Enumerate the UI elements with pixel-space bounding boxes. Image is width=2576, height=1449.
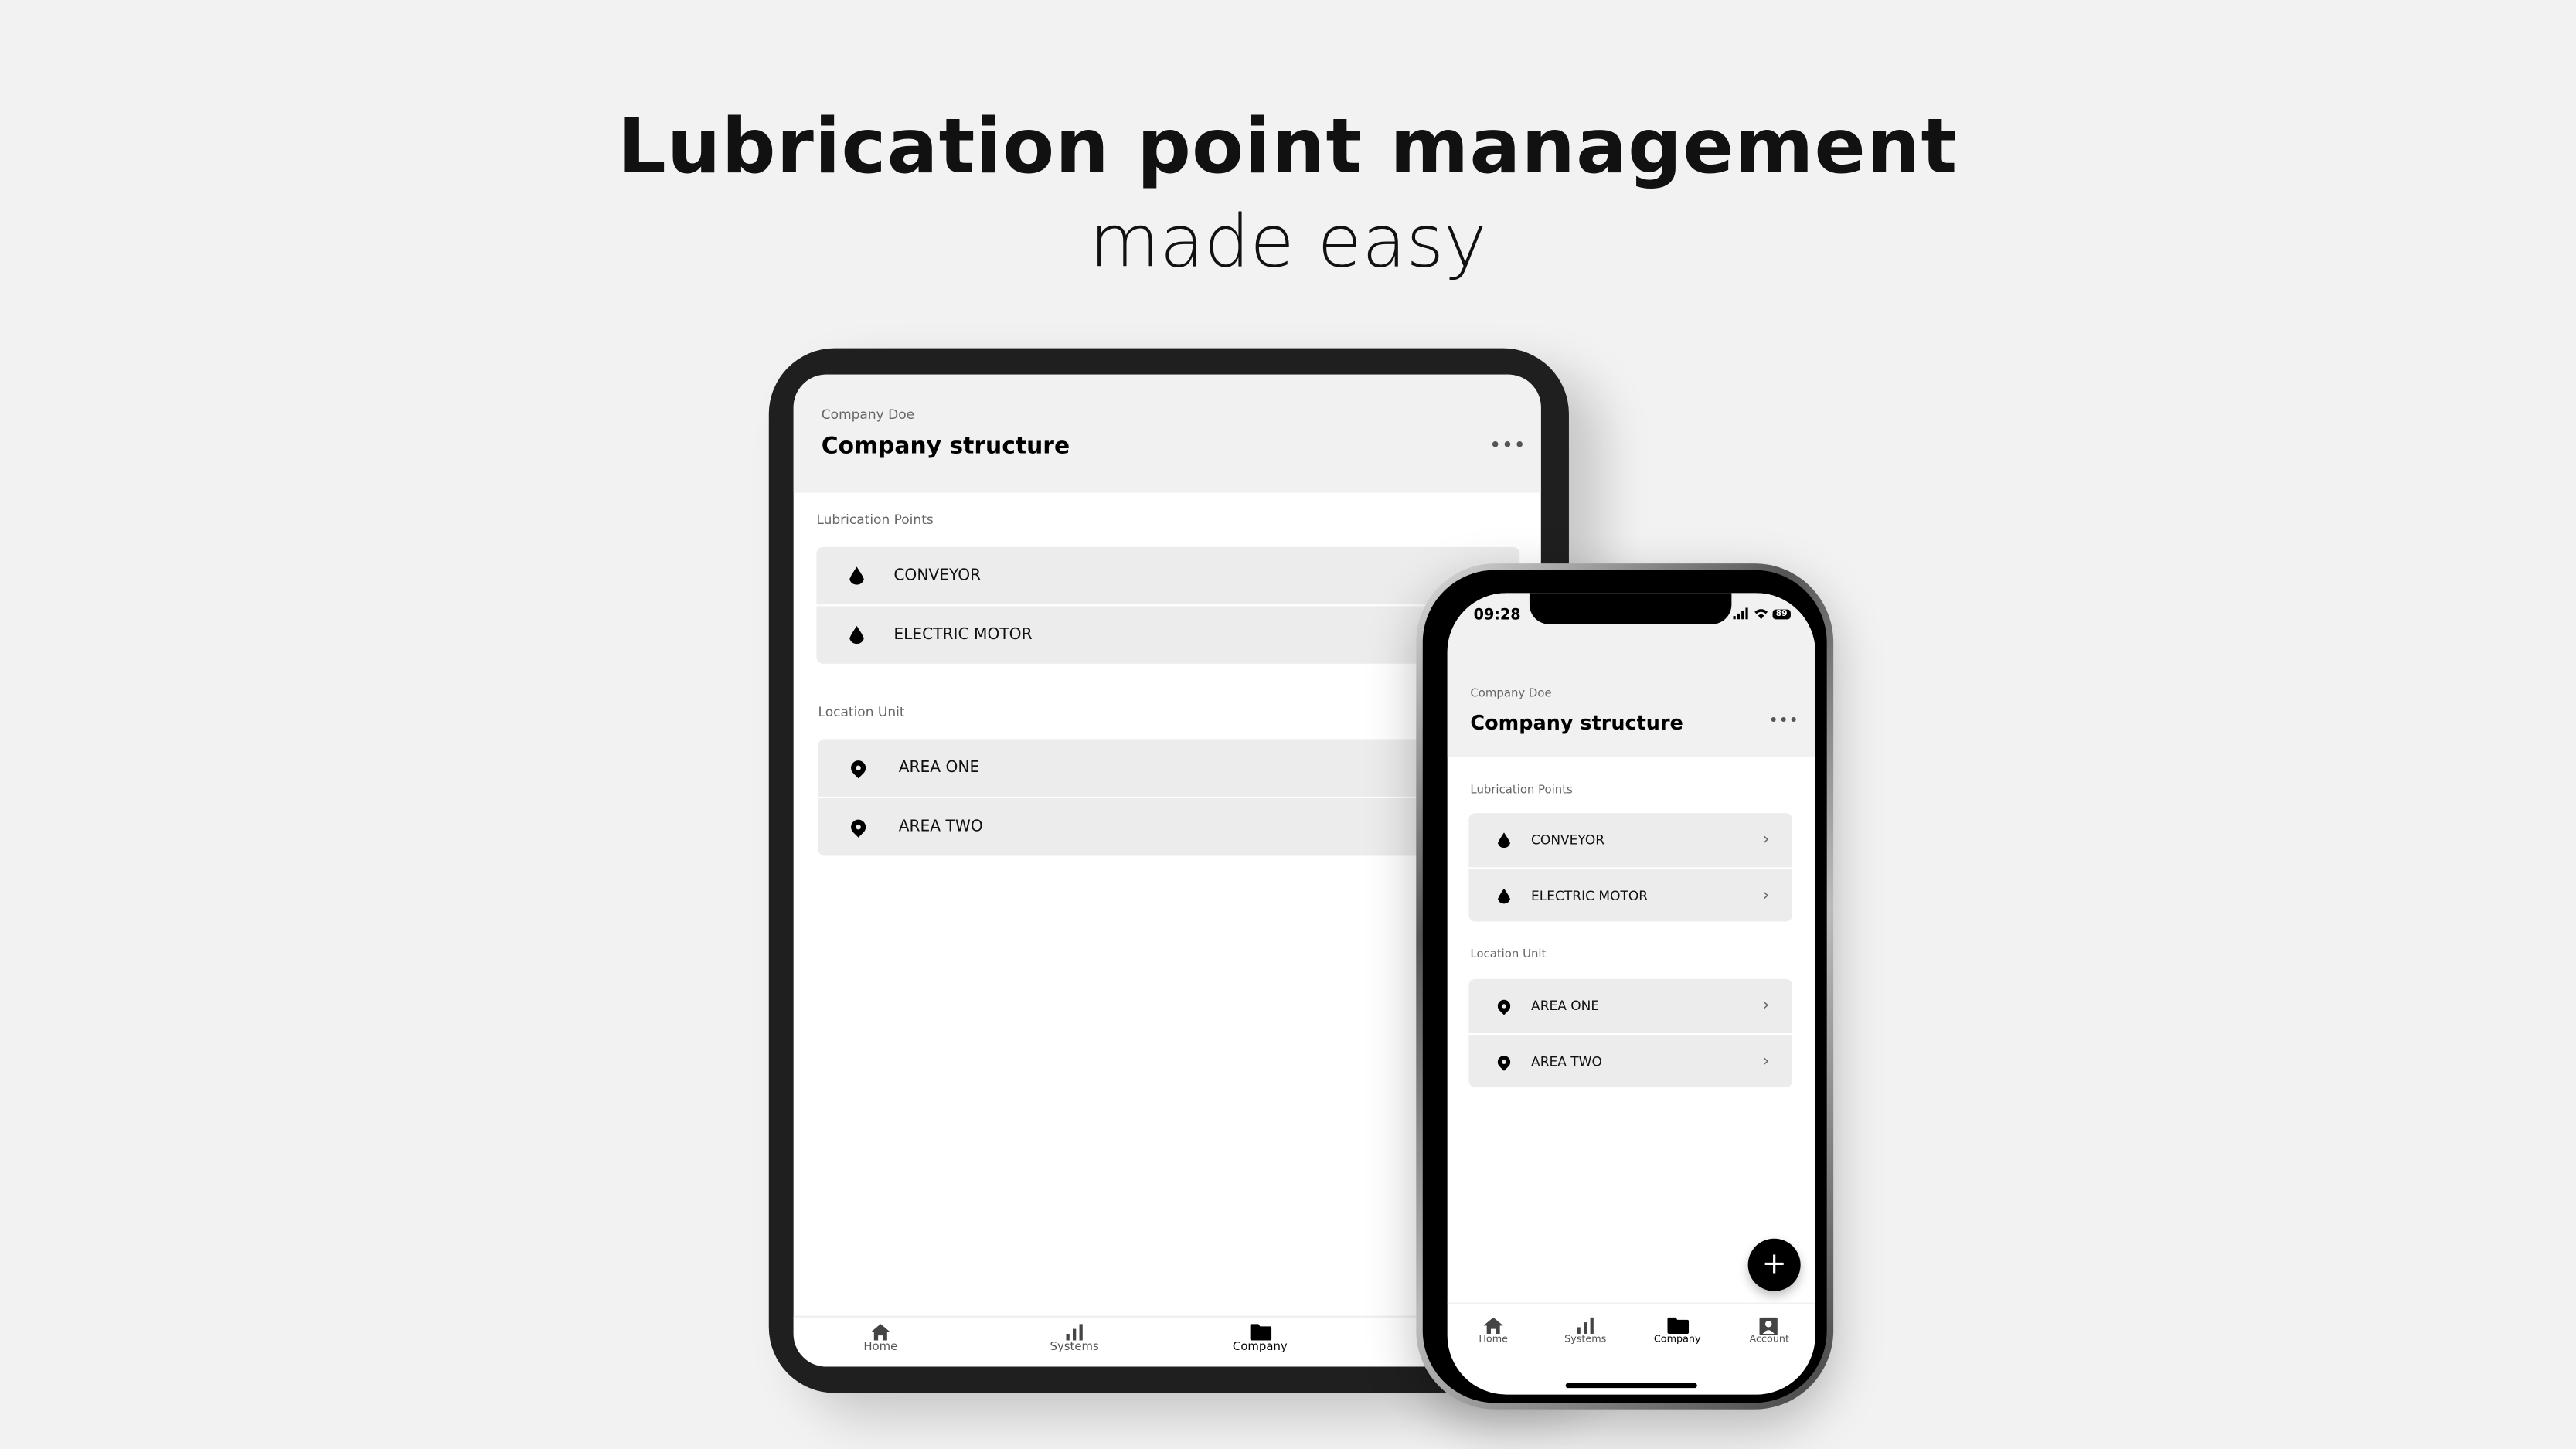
nav-systems[interactable]: Systems — [1556, 1317, 1615, 1345]
wifi-icon — [1754, 609, 1768, 620]
phone-device: 09:28 89 Company Doe Company structure •… — [1416, 563, 1834, 1410]
oil-drop-icon — [849, 625, 865, 645]
oil-drop-icon — [849, 566, 865, 585]
list-item[interactable]: ELECTRIC MOTOR — [816, 606, 1520, 664]
oil-drop-icon — [1497, 832, 1511, 849]
app-header: 09:28 89 Company Doe Company structure •… — [1447, 593, 1815, 757]
battery-icon: 89 — [1772, 609, 1791, 620]
list-item-label: ELECTRIC MOTOR — [1531, 887, 1649, 903]
account-icon — [1759, 1317, 1780, 1336]
list-item-label: AREA TWO — [1531, 1053, 1602, 1069]
chevron-right-icon: › — [1762, 831, 1770, 849]
nav-account[interactable]: Account — [1740, 1317, 1799, 1345]
bottom-nav: Home Systems Company Account — [1447, 1302, 1815, 1395]
phone-screen: 09:28 89 Company Doe Company structure •… — [1447, 593, 1815, 1395]
bar-chart-icon — [1575, 1317, 1595, 1334]
company-name: Company Doe — [821, 407, 915, 423]
list-item-label: AREA ONE — [1531, 998, 1600, 1014]
list-item-label: CONVEYOR — [1531, 832, 1605, 848]
chevron-right-icon: › — [1762, 1052, 1770, 1070]
chevron-right-icon: › — [1762, 886, 1770, 905]
section-label: Location Unit — [818, 704, 905, 720]
list-item[interactable]: ELECTRIC MOTOR › — [1468, 869, 1793, 922]
section-label: Location Unit — [1470, 947, 1547, 961]
oil-drop-icon — [1497, 887, 1511, 903]
list-item-label: CONVEYOR — [893, 566, 982, 585]
location-pin-icon — [848, 757, 869, 779]
headline-subtitle: made easy — [1089, 200, 1487, 284]
page-title: Company structure — [1470, 711, 1683, 735]
location-pin-icon — [1495, 1052, 1513, 1070]
home-icon — [870, 1324, 891, 1341]
notch — [1529, 593, 1732, 624]
chevron-right-icon: › — [1762, 997, 1770, 1015]
list-item-label: AREA TWO — [898, 818, 983, 836]
list-item[interactable]: AREA TWO › — [1468, 1035, 1793, 1088]
list-item[interactable]: AREA ONE › — [1468, 978, 1793, 1034]
home-indicator — [1565, 1383, 1697, 1389]
home-icon — [1483, 1317, 1503, 1334]
list-item-label: ELECTRIC MOTOR — [893, 625, 1033, 645]
bar-chart-icon — [1064, 1324, 1084, 1341]
section-label: Lubrication Points — [816, 512, 934, 528]
add-button[interactable]: + — [1747, 1238, 1801, 1291]
list-item-label: AREA ONE — [898, 759, 980, 777]
nav-home[interactable]: Home — [856, 1324, 905, 1353]
location-pin-icon — [848, 816, 869, 838]
headline-title: Lubrication point management — [618, 101, 1958, 191]
more-horizontal-icon[interactable]: ••• — [1769, 713, 1799, 728]
location-pin-icon — [1495, 997, 1513, 1015]
list-item[interactable]: CONVEYOR › — [1468, 813, 1793, 868]
nav-company[interactable]: Company — [1648, 1317, 1707, 1345]
more-horizontal-icon[interactable]: ••• — [1490, 437, 1526, 454]
nav-systems[interactable]: Systems — [1042, 1324, 1108, 1353]
folder-icon — [1667, 1317, 1690, 1334]
list-item[interactable]: CONVEYOR — [816, 546, 1520, 605]
nav-home[interactable]: Home — [1468, 1317, 1518, 1345]
section-label: Lubrication Points — [1470, 783, 1573, 797]
folder-icon — [1250, 1324, 1272, 1341]
company-name: Company Doe — [1470, 686, 1552, 700]
signal-icon — [1733, 607, 1748, 620]
status-time: 09:28 — [1473, 607, 1521, 624]
page-title: Company structure — [821, 434, 1070, 461]
nav-company[interactable]: Company — [1227, 1324, 1293, 1353]
app-header: Company Doe Company structure ••• — [793, 374, 1541, 493]
